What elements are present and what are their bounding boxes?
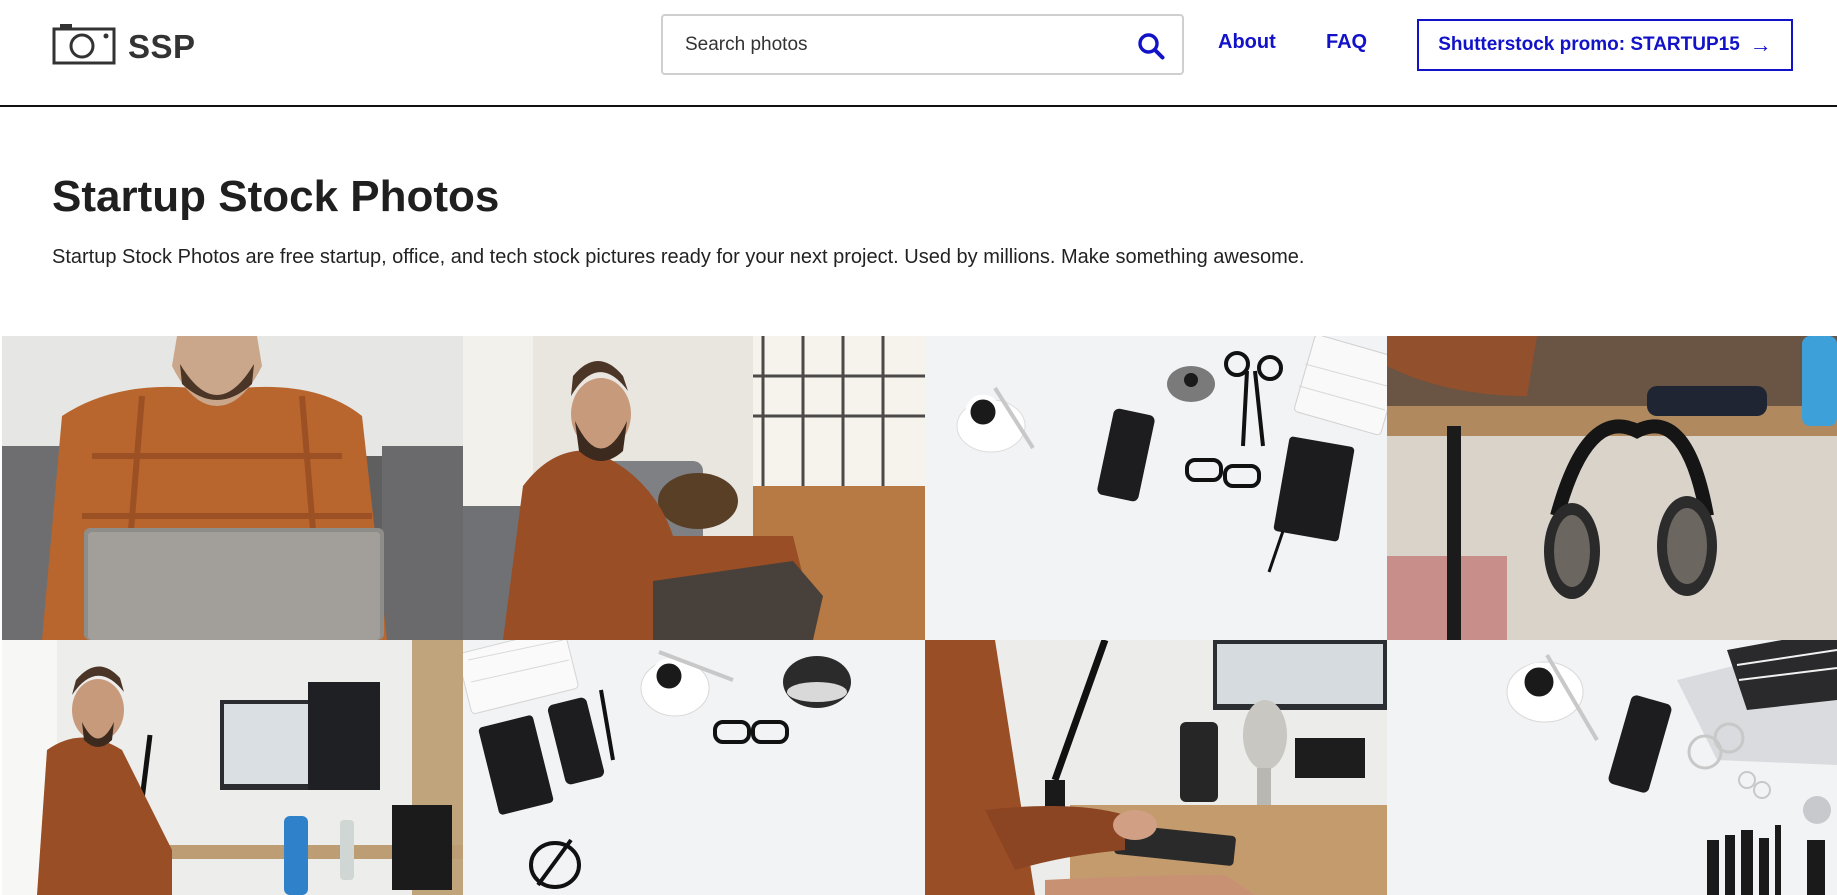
photo-tile[interactable] <box>925 336 1387 640</box>
photo-image <box>1387 640 1837 895</box>
nav-faq-link[interactable]: FAQ <box>1326 31 1367 54</box>
camera-icon <box>52 23 116 70</box>
photo-tile[interactable] <box>2 640 463 895</box>
promo-button[interactable]: Shutterstock promo: STARTUP15 → <box>1417 19 1793 71</box>
search-icon <box>1138 33 1165 60</box>
photo-image <box>925 640 1387 895</box>
photo-image <box>463 640 925 895</box>
search-button[interactable] <box>1134 29 1168 63</box>
logo-text: SSP <box>128 27 196 65</box>
page-description: Startup Stock Photos are free startup, o… <box>52 246 1305 268</box>
photo-tile[interactable] <box>463 640 925 895</box>
photo-image <box>2 336 463 640</box>
photo-grid <box>2 336 1837 895</box>
photo-tile[interactable] <box>1387 640 1837 895</box>
search-box <box>661 14 1184 75</box>
arrow-right-icon: → <box>1749 32 1772 57</box>
promo-label: Shutterstock promo: STARTUP15 <box>1438 34 1740 55</box>
photo-tile[interactable] <box>463 336 925 640</box>
photo-tile[interactable] <box>2 336 463 640</box>
search-input[interactable] <box>685 30 1105 60</box>
page-title: Startup Stock Photos <box>52 172 500 221</box>
logo-link[interactable]: SSP <box>52 23 196 70</box>
photo-image <box>1387 336 1837 640</box>
nav-about-link[interactable]: About <box>1218 31 1276 54</box>
photo-image <box>925 336 1387 640</box>
photo-image <box>463 336 925 640</box>
photo-tile[interactable] <box>925 640 1387 895</box>
site-header: SSP About FAQ Shutterstock promo: STARTU… <box>0 0 1837 107</box>
photo-image <box>2 640 463 895</box>
photo-tile[interactable] <box>1387 336 1837 640</box>
